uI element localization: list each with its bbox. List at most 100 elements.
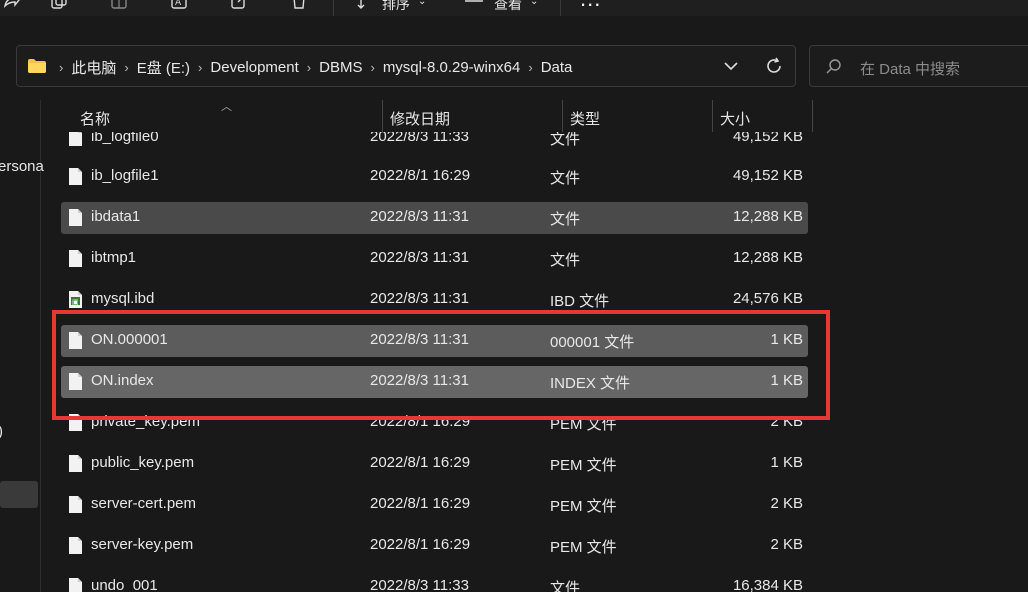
chevron-right-icon[interactable]: › [368, 60, 376, 75]
file-row[interactable]: server-key.pem 2022/8/1 16:29 PEM 文件 2 KB [61, 530, 808, 562]
column-date[interactable]: 修改日期 [390, 108, 450, 129]
chevron-right-icon[interactable]: › [196, 60, 204, 75]
share-icon[interactable] [2, 0, 20, 10]
file-icon [68, 495, 83, 514]
column-name[interactable]: 名称 [80, 108, 110, 129]
file-row[interactable]: server-cert.pem 2022/8/1 16:29 PEM 文件 2 KB [61, 489, 808, 521]
file-date: 2022/8/1 16:29 [370, 413, 471, 430]
file-type: 文件 [550, 580, 581, 592]
file-date: 2022/8/1 16:29 [370, 167, 471, 184]
file-date: 2022/8/3 11:31 [370, 249, 469, 266]
file-row[interactable]: ib_logfile1 2022/8/1 16:29 文件 49,152 KB [61, 161, 808, 193]
file-name: undo_001 [91, 577, 158, 592]
ibd-file-icon: ▣ [68, 290, 83, 309]
file-icon [68, 372, 83, 391]
file-icon [68, 167, 83, 186]
search-box[interactable]: 在 Data 中搜索 [809, 45, 1028, 87]
breadcrumb: › 此电脑 › E盘 (E:) › Development › DBMS › m… [57, 57, 578, 78]
column-header: ︿ 名称 修改日期 类型 大小 [41, 100, 1028, 132]
file-date: 2022/8/3 11:31 [370, 290, 469, 307]
address-history-chevron-down-icon[interactable] [723, 58, 739, 79]
folder-icon [27, 58, 47, 79]
file-icon [68, 454, 83, 473]
file-name: private_key.pem [91, 413, 200, 430]
file-row[interactable]: ON.index 2022/8/3 11:31 INDEX 文件 1 KB [61, 366, 808, 398]
column-size[interactable]: 大小 [720, 108, 750, 129]
nav-item-selected[interactable] [0, 481, 38, 508]
file-size: 24,576 KB [732, 290, 803, 307]
file-type: PEM 文件 [550, 457, 617, 474]
svg-text:▣: ▣ [72, 298, 79, 306]
address-bar[interactable]: › 此电脑 › E盘 (E:) › Development › DBMS › m… [16, 45, 796, 87]
file-date: 2022/8/1 16:29 [370, 495, 471, 512]
file-type: 文件 [550, 211, 581, 228]
copy-icon[interactable] [50, 0, 68, 10]
breadcrumb-item-mysql[interactable]: mysql-8.0.29-winx64 [377, 59, 527, 76]
file-row[interactable]: ibtmp1 2022/8/3 11:31 文件 12,288 KB [61, 243, 808, 275]
file-name: ib_logfile1 [91, 167, 159, 184]
file-size: 1 KB [770, 372, 803, 389]
file-row[interactable]: ibdata1 2022/8/3 11:31 文件 12,288 KB [61, 202, 808, 234]
chevron-right-icon[interactable]: › [305, 60, 313, 75]
file-size: 2 KB [770, 536, 803, 553]
sort-ascending-icon: ︿ [221, 101, 232, 113]
file-name: ibdata1 [91, 208, 141, 225]
file-row[interactable]: public_key.pem 2022/8/1 16:29 PEM 文件 1 KB [61, 448, 808, 480]
file-type: INDEX 文件 [550, 375, 631, 392]
paste-icon[interactable] [110, 0, 128, 10]
breadcrumb-item-this-pc[interactable]: 此电脑 [65, 57, 122, 78]
sort-icon[interactable] [356, 0, 374, 10]
file-row[interactable]: undo_001 2022/8/3 11:33 文件 16,384 KB [61, 571, 808, 592]
file-date: 2022/8/3 11:31 [370, 372, 469, 389]
file-date: 2022/8/1 16:29 [370, 454, 471, 471]
breadcrumb-item-dbms[interactable]: DBMS [313, 59, 368, 76]
file-date: 2022/8/1 16:29 [370, 536, 471, 553]
file-icon [68, 413, 83, 432]
file-date: 2022/8/3 11:31 [370, 331, 469, 348]
toolbar-divider [333, 0, 334, 16]
file-type: IBD 文件 [550, 293, 610, 310]
file-type: PEM 文件 [550, 416, 617, 433]
file-row[interactable]: ▣ mysql.ibd 2022/8/3 11:31 IBD 文件 24,576 KB [61, 284, 808, 316]
column-divider[interactable] [812, 100, 813, 132]
view-icon[interactable] [464, 0, 483, 10]
nav-item-personal[interactable]: ersona [0, 158, 44, 175]
file-row[interactable]: private_key.pem 2022/8/1 16:29 PEM 文件 2 KB [61, 407, 808, 439]
file-name: public_key.pem [91, 454, 195, 471]
file-icon [68, 249, 83, 268]
share-out-icon[interactable] [230, 0, 248, 10]
file-size: 49,152 KB [732, 167, 803, 184]
view-chevron-down-icon[interactable]: ⌄ [530, 0, 538, 7]
file-list: ib_logfile0 2022/8/3 11:33 文件 49,152 KB ib_l… [41, 100, 1028, 592]
file-row[interactable]: ON.000001 2022/8/3 11:31 000001 文件 1 KB [61, 325, 808, 357]
file-size: 2 KB [770, 413, 803, 430]
column-divider[interactable] [562, 100, 563, 132]
chevron-right-icon[interactable]: › [122, 60, 130, 75]
search-icon [826, 59, 842, 80]
view-button[interactable]: 查看 [494, 0, 522, 14]
file-name: mysql.ibd [91, 290, 155, 307]
chevron-right-icon[interactable]: › [526, 60, 534, 75]
svg-text:A: A [175, 0, 182, 8]
column-divider[interactable] [382, 100, 383, 132]
breadcrumb-item-drive[interactable]: E盘 (E:) [131, 57, 196, 78]
delete-icon[interactable] [290, 0, 308, 10]
file-icon [68, 536, 83, 555]
rename-icon[interactable]: A [170, 0, 188, 10]
column-type[interactable]: 类型 [570, 108, 600, 129]
breadcrumb-item-development[interactable]: Development [204, 59, 304, 76]
sort-button[interactable]: 排序 [382, 0, 410, 14]
file-type: PEM 文件 [550, 539, 617, 556]
nav-item-drive[interactable]: ) [0, 423, 3, 440]
chevron-right-icon[interactable]: › [57, 60, 65, 75]
breadcrumb-item-data[interactable]: Data [535, 59, 579, 76]
file-size: 12,288 KB [732, 249, 803, 266]
search-input[interactable]: 在 Data 中搜索 [860, 58, 960, 79]
file-date: 2022/8/3 11:31 [370, 208, 469, 225]
file-size: 16,384 KB [732, 577, 803, 592]
more-options-button[interactable]: ... [580, 0, 601, 12]
sort-chevron-down-icon[interactable]: ⌄ [418, 0, 426, 7]
file-icon [68, 577, 83, 592]
column-divider[interactable] [712, 100, 713, 132]
refresh-icon[interactable] [764, 56, 784, 81]
